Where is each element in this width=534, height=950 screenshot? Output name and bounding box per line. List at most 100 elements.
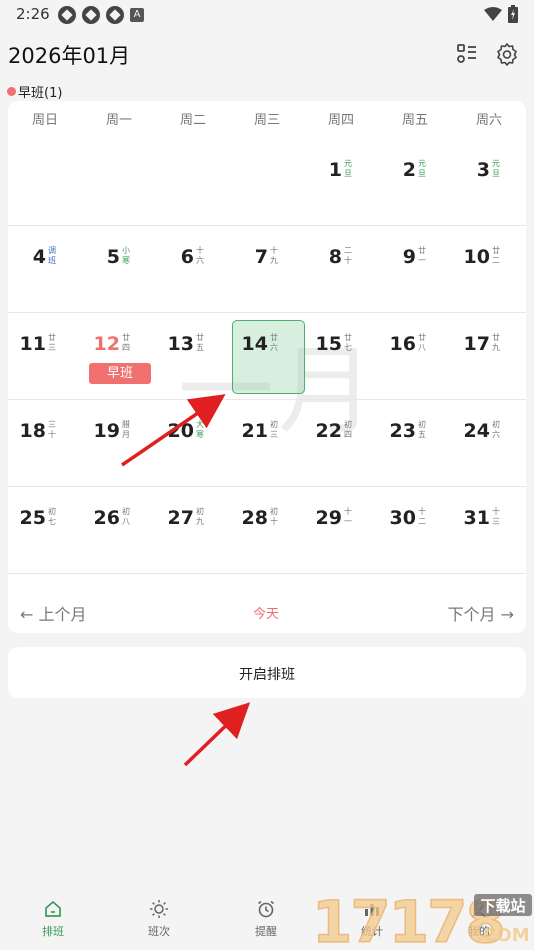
day-lunar-label: 十一: [344, 507, 352, 526]
day-cell[interactable]: 29 十一: [304, 487, 378, 574]
weekday-label: 周六: [475, 113, 502, 128]
day-cell[interactable]: 22 初四: [304, 400, 378, 487]
day-lunar-label: 廿三: [48, 333, 56, 352]
day-cell[interactable]: 21 初三: [230, 400, 304, 487]
list-grid-icon[interactable]: [455, 42, 479, 66]
weekday-label: 周日: [31, 113, 58, 128]
weekday-header: 周日 周一 周二 周三 周四 周五 周六: [8, 109, 526, 128]
shift-badge: 早班: [89, 363, 151, 384]
day-lunar-label: 廿八: [418, 333, 426, 352]
day-number: 16: [389, 333, 416, 355]
a-notification-icon: A: [130, 8, 144, 22]
day-number: 20: [167, 420, 194, 442]
day-cell[interactable]: 23 初五: [378, 400, 452, 487]
enable-shift-button[interactable]: 开启排班: [8, 647, 526, 698]
week-row: 1 元旦 2 元旦 3 元旦: [8, 139, 526, 226]
next-month-button[interactable]: 下个月 →: [448, 601, 515, 625]
week-row: 11 廿三 12 廿四 早班 13 廿五 14 廿六 15 廿七 16 廿八 17 廿九: [8, 313, 526, 400]
day-cell[interactable]: 13 廿五: [156, 313, 230, 400]
day-cell[interactable]: 31 十三: [452, 487, 526, 574]
day-number: 14: [241, 333, 268, 355]
today-button[interactable]: 今天: [253, 603, 279, 622]
day-cell[interactable]: 5 小寒: [82, 226, 156, 313]
weekday-label: 周一: [105, 113, 132, 128]
day-cell[interactable]: 10 廿二: [452, 226, 526, 313]
day-lunar-label: 元旦: [344, 159, 352, 178]
day-cell[interactable]: 1 元旦: [304, 139, 378, 226]
day-lunar-label: 初七: [48, 507, 56, 526]
day-lunar-label: 廿一: [418, 246, 426, 265]
day-cell[interactable]: 19 腊月: [82, 400, 156, 487]
day-cell[interactable]: 18 三十: [8, 400, 82, 487]
calendar-card: 一月 周日 周一 周二 周三 周四 周五 周六 1 元旦 2 元旦 3 元旦 4 调班 5 小寒 6…: [8, 101, 526, 633]
day-number: 18: [19, 420, 46, 442]
day-cell: [8, 139, 82, 226]
day-number: 10: [463, 246, 490, 268]
day-number: 5: [106, 246, 120, 268]
week-row: 18 三十 19 腊月 20 大寒 21 初三 22 初四 23 初五 24 初六: [8, 400, 526, 487]
day-cell[interactable]: 24 初六: [452, 400, 526, 487]
day-lunar-label: 初八: [122, 507, 130, 526]
day-number: 1: [328, 159, 342, 181]
day-cell[interactable]: 2 元旦: [378, 139, 452, 226]
prev-month-button[interactable]: ← 上个月: [20, 601, 87, 625]
day-cell: [230, 139, 304, 226]
day-number: 6: [180, 246, 194, 268]
day-lunar-label: 腊月: [122, 420, 130, 439]
day-cell[interactable]: 8 二十: [304, 226, 378, 313]
day-cell[interactable]: 3 元旦: [452, 139, 526, 226]
day-lunar-label: 廿五: [196, 333, 204, 352]
weekday-label: 周二: [179, 113, 206, 128]
day-cell[interactable]: 17 廿九: [452, 313, 526, 400]
weekday-label: 周四: [327, 113, 354, 128]
day-cell[interactable]: 26 初八: [82, 487, 156, 574]
tab-shift-types[interactable]: 班次: [129, 899, 189, 939]
day-lunar-label: 廿七: [344, 333, 352, 352]
day-number: 25: [19, 507, 46, 529]
day-cell[interactable]: 28 初十: [230, 487, 304, 574]
month-title[interactable]: 2026年01月: [8, 40, 130, 70]
sun-icon: [150, 900, 168, 918]
home-icon: [45, 901, 61, 917]
day-number: 22: [315, 420, 342, 442]
day-cell[interactable]: 30 十二: [378, 487, 452, 574]
day-number: 9: [402, 246, 416, 268]
day-cell[interactable]: 15 廿七: [304, 313, 378, 400]
day-number: 30: [389, 507, 416, 529]
day-cell[interactable]: 27 初九: [156, 487, 230, 574]
weekday-label: 周五: [401, 113, 428, 128]
day-lunar-label: 三十: [48, 420, 56, 439]
tab-reminder[interactable]: 提醒: [236, 899, 296, 939]
day-number: 17: [463, 333, 490, 355]
day-number: 31: [463, 507, 490, 529]
day-number: 2: [402, 159, 416, 181]
day-cell[interactable]: 14 廿六: [230, 313, 304, 400]
site-watermark-logo: 17178 下载站 .COM: [311, 888, 532, 950]
day-cell[interactable]: 7 十九: [230, 226, 304, 313]
legend-dot: [7, 87, 16, 96]
day-cell[interactable]: 20 大寒: [156, 400, 230, 487]
tab-shift[interactable]: 排班: [23, 899, 83, 939]
gear-icon[interactable]: [495, 42, 519, 66]
app-notification-icon: [58, 6, 76, 24]
day-cell[interactable]: 6 十六: [156, 226, 230, 313]
day-cell[interactable]: 9 廿一: [378, 226, 452, 313]
tab-label: 提醒: [255, 925, 277, 938]
day-lunar-label: 初九: [196, 507, 204, 526]
day-lunar-label: 初十: [270, 507, 278, 526]
day-number: 29: [315, 507, 342, 529]
watermark-domain: .COM: [476, 925, 529, 946]
day-number: 24: [463, 420, 490, 442]
arrow-to-enable-button: [183, 702, 251, 767]
day-cell: [156, 139, 230, 226]
day-cell[interactable]: 16 廿八: [378, 313, 452, 400]
day-cell[interactable]: 11 廿三: [8, 313, 82, 400]
day-lunar-label: 调班: [48, 246, 56, 265]
day-cell[interactable]: 4 调班: [8, 226, 82, 313]
day-cell[interactable]: 12 廿四 早班: [82, 313, 156, 400]
day-cell[interactable]: 25 初七: [8, 487, 82, 574]
day-number: 13: [167, 333, 194, 355]
legend-label: 早班(1): [18, 86, 63, 101]
day-number: 3: [476, 159, 490, 181]
header: 2026年01月: [0, 36, 534, 72]
